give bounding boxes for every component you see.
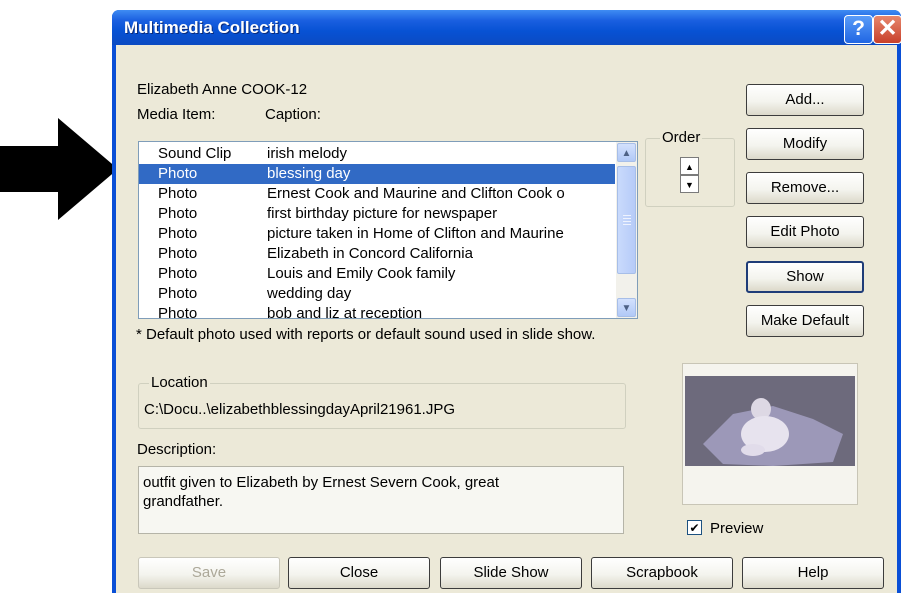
list-item[interactable]: Photo blessing day (139, 164, 615, 184)
scroll-down-icon[interactable]: ▼ (617, 298, 636, 317)
help-icon[interactable]: ? (844, 15, 873, 44)
scroll-thumb[interactable] (617, 166, 636, 274)
preview-checkbox[interactable]: ✔ (687, 520, 702, 535)
thumb-grip (623, 215, 631, 216)
media-type: Photo (158, 245, 198, 262)
scrapbook-button-label: Scrapbook (626, 564, 698, 581)
list-item[interactable]: Sound Clip irish melody (139, 144, 615, 164)
preview-image (683, 364, 857, 504)
preview-label[interactable]: Preview (710, 520, 763, 537)
media-item-header-text: Media Item: (137, 106, 216, 123)
remove-button[interactable]: Remove... (746, 172, 864, 204)
add-button[interactable]: Add... (746, 84, 864, 116)
media-caption: blessing day (267, 165, 351, 182)
scroll-up-icon[interactable]: ▲ (617, 143, 636, 162)
list-scrollbar[interactable]: ▲ ▼ (616, 142, 637, 318)
media-caption: wedding day (267, 285, 352, 302)
slide-show-button-label: Slide Show (473, 564, 549, 581)
media-caption: Elizabeth in Concord California (267, 245, 473, 262)
save-button-label: Save (191, 564, 227, 581)
media-type: Photo (158, 285, 198, 302)
media-type: Photo (158, 305, 198, 319)
save-button: Save (138, 557, 280, 589)
dialog-body: Elizabeth Anne COOK-12 Media Item: Capti… (116, 45, 897, 593)
list-item[interactable]: Photo picture taken in Home of Clifton an… (139, 224, 615, 244)
show-button[interactable]: Show (746, 261, 864, 293)
description-text: outfit given to Elizabeth by Ernest Seve… (143, 474, 500, 510)
make-default-button[interactable]: Make Default (746, 305, 864, 337)
media-caption: Louis and Emily Cook family (267, 265, 456, 282)
edit-photo-button[interactable]: Edit Photo (746, 216, 864, 248)
default-footnote: * Default photo used with reports or def… (136, 326, 596, 343)
close-button-label: Close (339, 564, 379, 581)
media-caption: Ernest Cook and Maurine and Clifton Cook… (267, 185, 565, 202)
media-type: Photo (158, 165, 198, 182)
move-down-icon[interactable]: ▼ (680, 175, 699, 193)
location-label: Location (149, 374, 210, 391)
media-caption: bob and liz at reception (267, 305, 423, 319)
title-bar[interactable]: Multimedia Collection ? ✕ (112, 10, 901, 45)
thumb-grip (623, 218, 631, 219)
show-button-label: Show (786, 268, 824, 285)
order-label: Order (660, 129, 703, 146)
close-button[interactable]: Close (288, 557, 430, 589)
list-item[interactable]: Photo Ernest Cook and Maurine and Clifton… (139, 184, 615, 204)
modify-button-label: Modify (782, 135, 828, 152)
media-item-header: Media Item: (137, 106, 215, 123)
edit-photo-button-label: Edit Photo (770, 223, 840, 240)
location-group: Location C:\Docu..\elizabethblessingdayA… (138, 374, 626, 429)
list-item[interactable]: Photo wedding day (139, 284, 615, 304)
list-item[interactable]: Photo first birthday picture for newspape… (139, 204, 615, 224)
media-type: Photo (158, 225, 198, 242)
add-button-label: Add... (785, 91, 825, 108)
media-type: Photo (158, 205, 198, 222)
thumb-grip (623, 224, 631, 225)
help-button-label: Help (797, 564, 829, 581)
pointer-arrow (0, 118, 118, 220)
media-type: Photo (158, 265, 198, 282)
order-group: Order ▲ ▼ (645, 129, 735, 207)
multimedia-collection-window: Multimedia Collection ? ✕ Elizabeth Anne… (112, 10, 901, 593)
media-caption: irish melody (267, 145, 348, 162)
caption-header: Caption: (265, 106, 321, 123)
window-title: Multimedia Collection (124, 18, 300, 37)
description-field[interactable]: outfit given to Elizabeth by Ernest Seve… (138, 466, 624, 534)
list-item[interactable]: Photo Louis and Emily Cook family (139, 264, 615, 284)
make-default-button-label: Make Default (760, 312, 850, 329)
person-name: Elizabeth Anne COOK-12 (137, 81, 308, 98)
location-path: C:\Docu..\elizabethblessingdayApril21961… (144, 401, 456, 418)
modify-button[interactable]: Modify (746, 128, 864, 160)
remove-button-label: Remove... (770, 179, 840, 196)
help-button[interactable]: Help (742, 557, 884, 589)
photo-preview (682, 363, 858, 505)
close-icon[interactable]: ✕ (873, 15, 901, 44)
media-caption: picture taken in Home of Clifton and Mau… (267, 225, 564, 242)
list-item[interactable]: Photo bob and liz at reception (139, 304, 615, 319)
move-up-icon[interactable]: ▲ (680, 157, 699, 175)
list-item[interactable]: Photo Elizabeth in Concord California (139, 244, 615, 264)
media-type: Photo (158, 185, 198, 202)
media-caption: first birthday picture for newspaper (267, 205, 498, 222)
description-label: Description: (137, 441, 217, 458)
scrapbook-button[interactable]: Scrapbook (591, 557, 733, 589)
media-listbox[interactable]: Sound Clip irish melody Photo blessing day P… (138, 141, 638, 319)
thumb-grip (623, 221, 631, 222)
media-type: Sound Clip (158, 145, 232, 162)
slide-show-button[interactable]: Slide Show (440, 557, 582, 589)
